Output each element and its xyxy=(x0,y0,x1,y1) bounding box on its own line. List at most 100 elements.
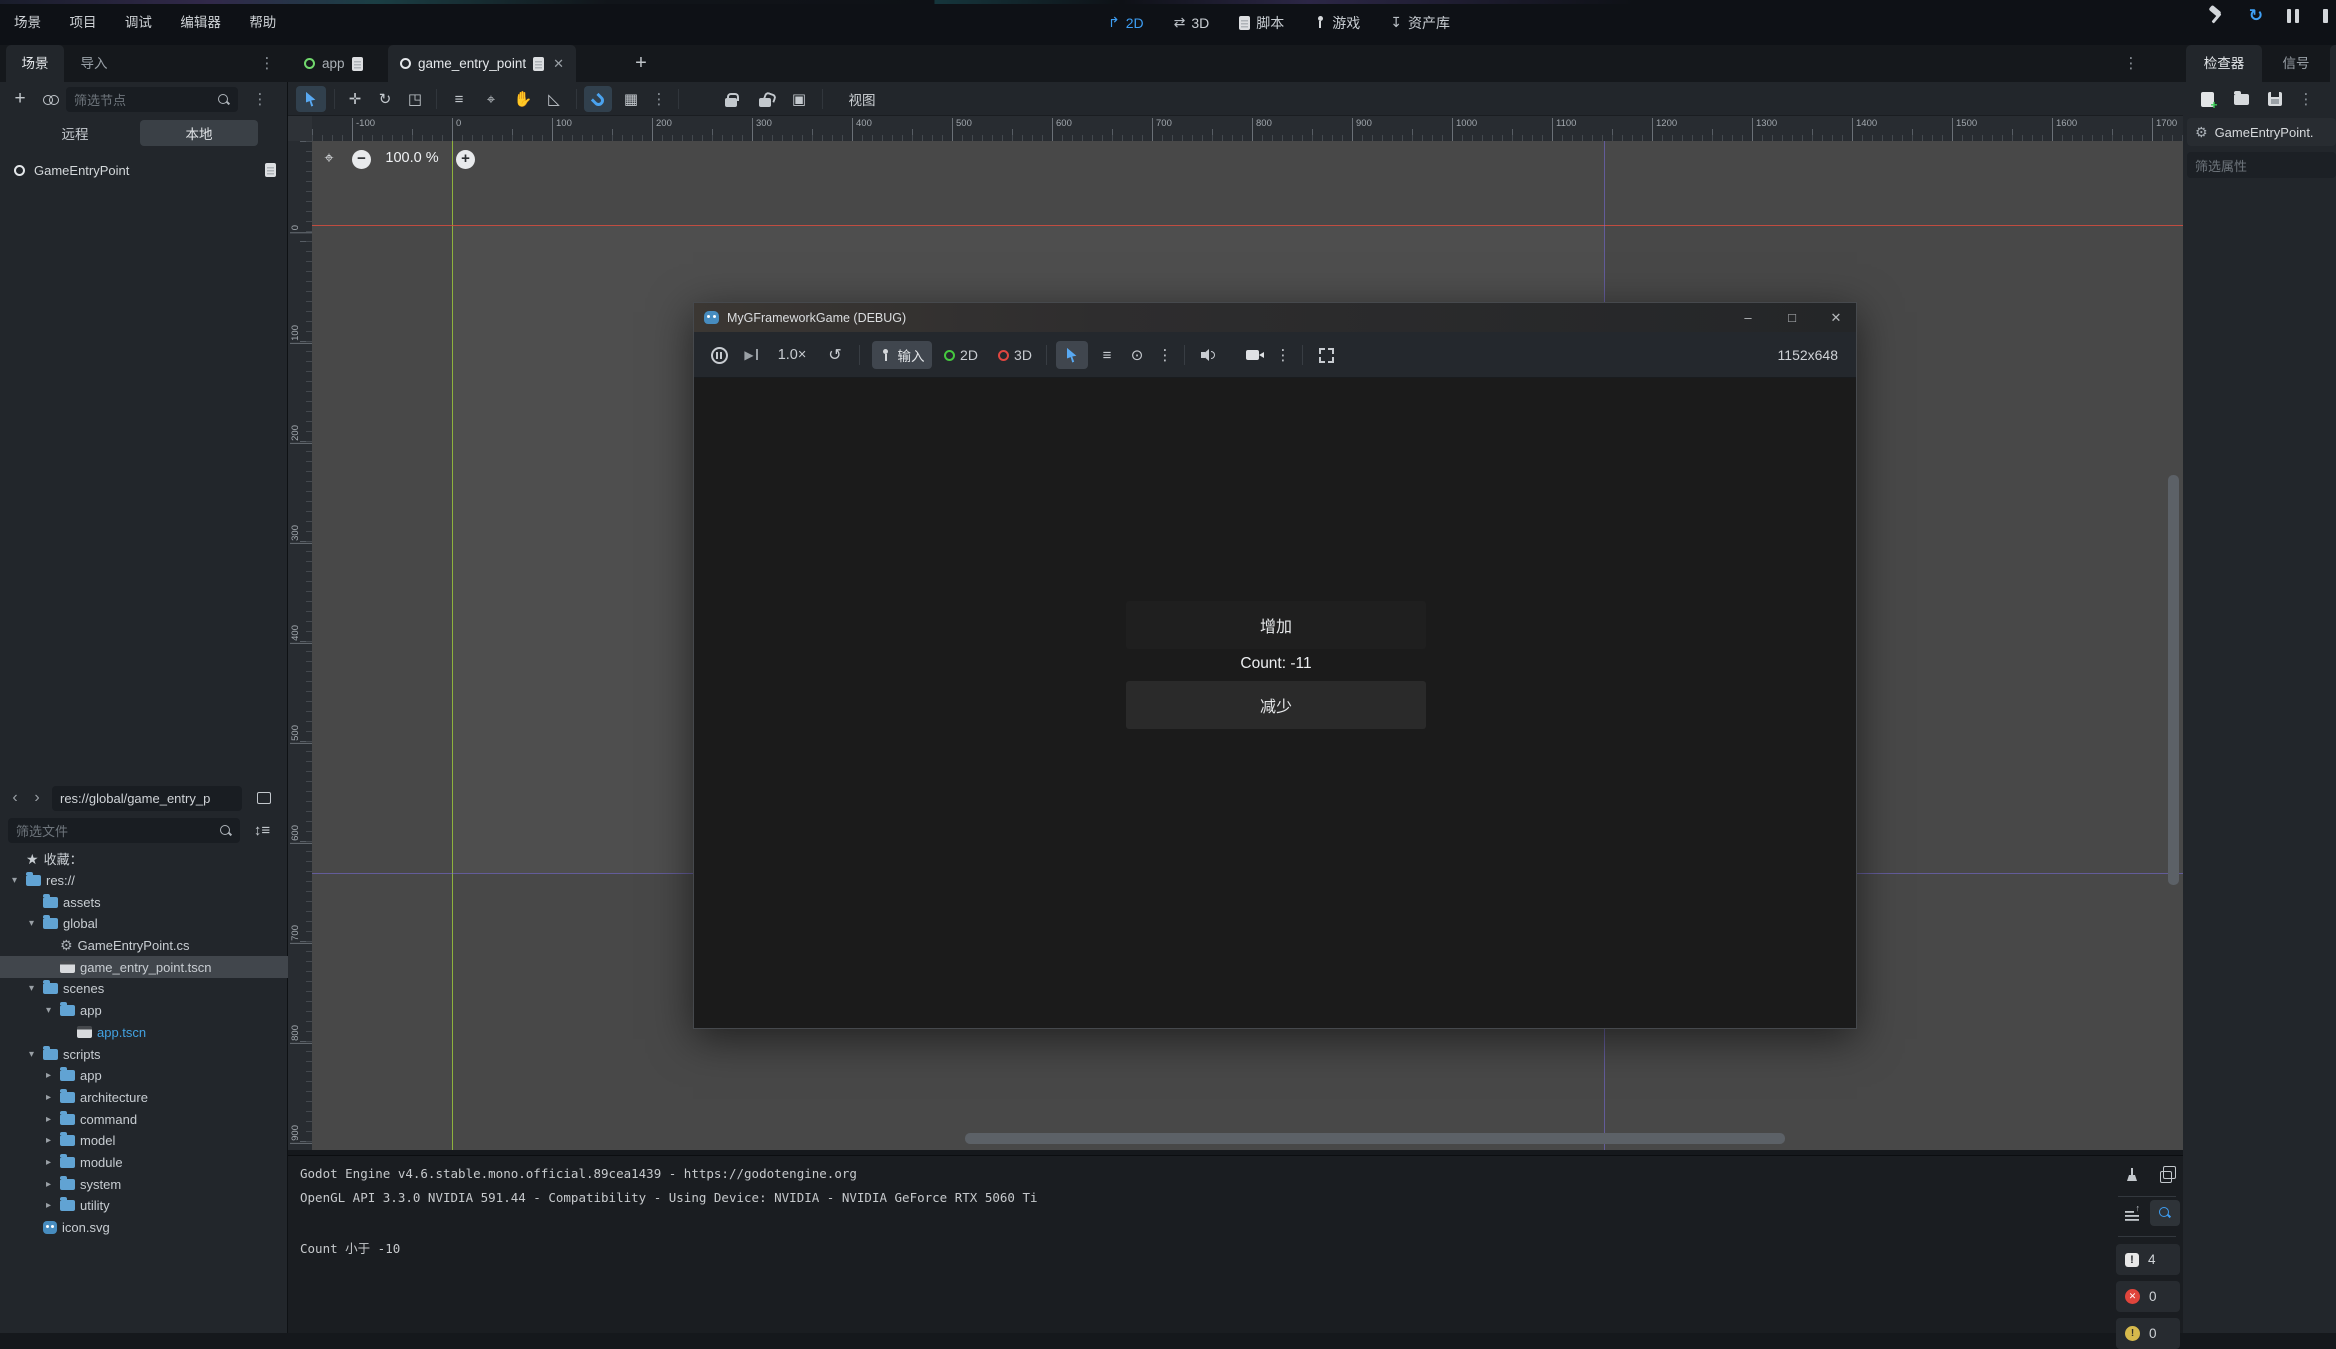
camera-options-icon[interactable]: ⋮ xyxy=(1272,341,1294,369)
inspector-options-icon[interactable]: ⋮ xyxy=(2295,86,2317,112)
grid-snap-button[interactable]: ▦ xyxy=(618,86,644,112)
save-resource-button[interactable] xyxy=(2263,86,2287,112)
tab-signals[interactable]: 信号 xyxy=(2268,45,2324,82)
scale-tool-button[interactable]: ◳ xyxy=(402,86,428,112)
menu-debug[interactable]: 调试 xyxy=(113,2,164,43)
list-item[interactable]: app.tscn xyxy=(0,1022,288,1044)
chevron-down-icon[interactable]: ▾ xyxy=(25,983,38,994)
list-item[interactable]: ▸architecture xyxy=(0,1087,288,1109)
viewport-hscrollbar[interactable] xyxy=(965,1133,1785,1144)
output-panel[interactable]: Godot Engine v4.6.stable.mono.official.8… xyxy=(288,1155,2183,1333)
errors-filter-badge[interactable]: ✕0 xyxy=(2116,1281,2180,1312)
warnings-filter-badge[interactable]: !0 xyxy=(2116,1318,2180,1349)
restart-button[interactable]: ↻ xyxy=(2249,6,2263,26)
filter-properties-input[interactable]: 筛选属性 xyxy=(2187,152,2336,178)
list-item[interactable]: ▾res:// xyxy=(0,870,288,892)
list-item[interactable]: ▸command xyxy=(0,1108,288,1130)
list-item[interactable]: ▸app xyxy=(0,1065,288,1087)
tab-import-dock[interactable]: 导入 xyxy=(66,45,122,82)
nav-forward-button[interactable]: › xyxy=(28,785,46,811)
build-button[interactable] xyxy=(2207,7,2225,25)
ruler-tool-button[interactable]: ◺ xyxy=(541,86,567,112)
list-item[interactable]: ▸module xyxy=(0,1152,288,1174)
pick-node-button[interactable] xyxy=(1056,341,1088,369)
search-output-button[interactable] xyxy=(2150,1200,2180,1226)
menu-project[interactable]: 项目 xyxy=(57,2,108,43)
attached-script-icon[interactable] xyxy=(265,163,276,177)
list-item[interactable]: ▸system xyxy=(0,1173,288,1195)
tab-scene-dock[interactable]: 场景 xyxy=(6,45,64,82)
focus-node-button[interactable]: ⊙ xyxy=(1124,341,1150,369)
zoom-level-label[interactable]: 100.0 % xyxy=(380,150,444,166)
pivot-tool-button[interactable]: ⌖ xyxy=(478,86,504,112)
list-item[interactable]: ★收藏： xyxy=(0,848,288,870)
list-item[interactable]: ⚙GameEntryPoint.cs xyxy=(0,935,288,957)
viewport-vscrollbar[interactable] xyxy=(2168,475,2179,885)
camera-override-button[interactable] xyxy=(1238,341,1266,369)
menu-editor[interactable]: 编辑器 xyxy=(168,2,233,43)
pan-tool-button[interactable]: ✋ xyxy=(510,86,536,112)
scene-tabs-menu-icon[interactable]: ⋮ xyxy=(2118,45,2144,82)
copy-output-button[interactable] xyxy=(2152,1162,2176,1188)
next-frame-button[interactable]: ▶ xyxy=(738,341,764,369)
chevron-right-icon[interactable]: ▸ xyxy=(42,1070,55,1081)
path-field[interactable]: res://global/game_entry_p xyxy=(52,786,242,811)
scene-tree-root-node[interactable]: GameEntryPoint xyxy=(14,158,276,182)
list-item[interactable]: ▾scenes xyxy=(0,978,288,1000)
chevron-right-icon[interactable]: ▸ xyxy=(42,1200,55,1211)
speed-selector[interactable]: 1.0× xyxy=(770,341,814,369)
list-select-button[interactable]: ≡ xyxy=(1094,341,1120,369)
lock-selected-button[interactable] xyxy=(718,86,744,112)
filter-files-input[interactable]: 筛选文件 xyxy=(8,818,240,843)
move-tool-button[interactable]: ✛ xyxy=(342,86,368,112)
selection-options-icon[interactable]: ⋮ xyxy=(1154,341,1176,369)
list-item[interactable]: ▸utility xyxy=(0,1195,288,1217)
game-window-titlebar[interactable]: MyGFrameworkGame (DEBUG) – □ ✕ xyxy=(694,303,1856,332)
scene-tab-app[interactable]: app xyxy=(292,45,375,82)
nav-back-button[interactable]: ‹ xyxy=(6,785,24,811)
messages-filter-badge[interactable]: !4 xyxy=(2116,1244,2180,1275)
unlock-selected-button[interactable] xyxy=(752,86,778,112)
minimize-button[interactable]: – xyxy=(1728,303,1768,332)
chevron-down-icon[interactable]: ▾ xyxy=(8,875,21,886)
group-selected-button[interactable]: ▣ xyxy=(786,86,812,112)
embed-fullscreen-button[interactable] xyxy=(1312,341,1340,369)
scene-tab-game-entry-point[interactable]: game_entry_point ✕ xyxy=(388,45,576,82)
new-resource-button[interactable] xyxy=(2195,86,2219,112)
menu-scene[interactable]: 场景 xyxy=(2,2,53,43)
stop-button[interactable] xyxy=(2323,9,2328,23)
workspace-game[interactable]: 游戏 xyxy=(1306,13,1368,33)
pause-button[interactable] xyxy=(2287,9,2299,23)
scene-dock-options-icon[interactable]: ⋮ xyxy=(248,86,272,112)
split-view-button[interactable] xyxy=(250,785,278,811)
tab-inspector[interactable]: 检查器 xyxy=(2186,45,2262,82)
add-node-button[interactable]: + xyxy=(8,86,32,112)
distraction-free-button[interactable] xyxy=(2148,45,2176,82)
chevron-right-icon[interactable]: ▸ xyxy=(42,1179,55,1190)
close-button[interactable]: ✕ xyxy=(1816,303,1856,332)
edited-object-row[interactable]: ⚙ GameEntryPoint. xyxy=(2187,118,2336,146)
workspace-2d[interactable]: ↱2D xyxy=(1100,14,1152,31)
3d-mode-button[interactable]: 3D xyxy=(992,341,1038,369)
chevron-right-icon[interactable]: ▸ xyxy=(42,1114,55,1125)
collapse-duplicates-button[interactable] xyxy=(2120,1202,2144,1228)
increase-button[interactable]: 增加 xyxy=(1126,601,1426,649)
local-toggle[interactable]: 本地 xyxy=(140,120,258,146)
chevron-down-icon[interactable]: ▾ xyxy=(25,1049,38,1060)
list-item[interactable]: ▾scripts xyxy=(0,1043,288,1065)
chevron-right-icon[interactable]: ▸ xyxy=(42,1135,55,1146)
chevron-right-icon[interactable]: ▸ xyxy=(42,1092,55,1103)
instance-scene-button[interactable] xyxy=(38,86,62,112)
load-resource-button[interactable] xyxy=(2229,86,2253,112)
menu-help[interactable]: 帮助 xyxy=(237,2,288,43)
rotate-tool-button[interactable]: ↻ xyxy=(372,86,398,112)
list-item[interactable]: game_entry_point.tscn xyxy=(0,956,288,978)
workspace-3d[interactable]: ⇄3D xyxy=(1166,14,1218,31)
remote-toggle[interactable]: 远程 xyxy=(16,120,134,146)
mute-audio-button[interactable] xyxy=(1194,341,1222,369)
sort-files-button[interactable]: ↕≡ xyxy=(248,817,276,843)
new-tab-button[interactable]: + xyxy=(626,45,656,82)
clear-output-button[interactable] xyxy=(2120,1162,2144,1188)
decrease-button[interactable]: 减少 xyxy=(1126,681,1426,729)
chevron-right-icon[interactable]: ▸ xyxy=(42,1157,55,1168)
